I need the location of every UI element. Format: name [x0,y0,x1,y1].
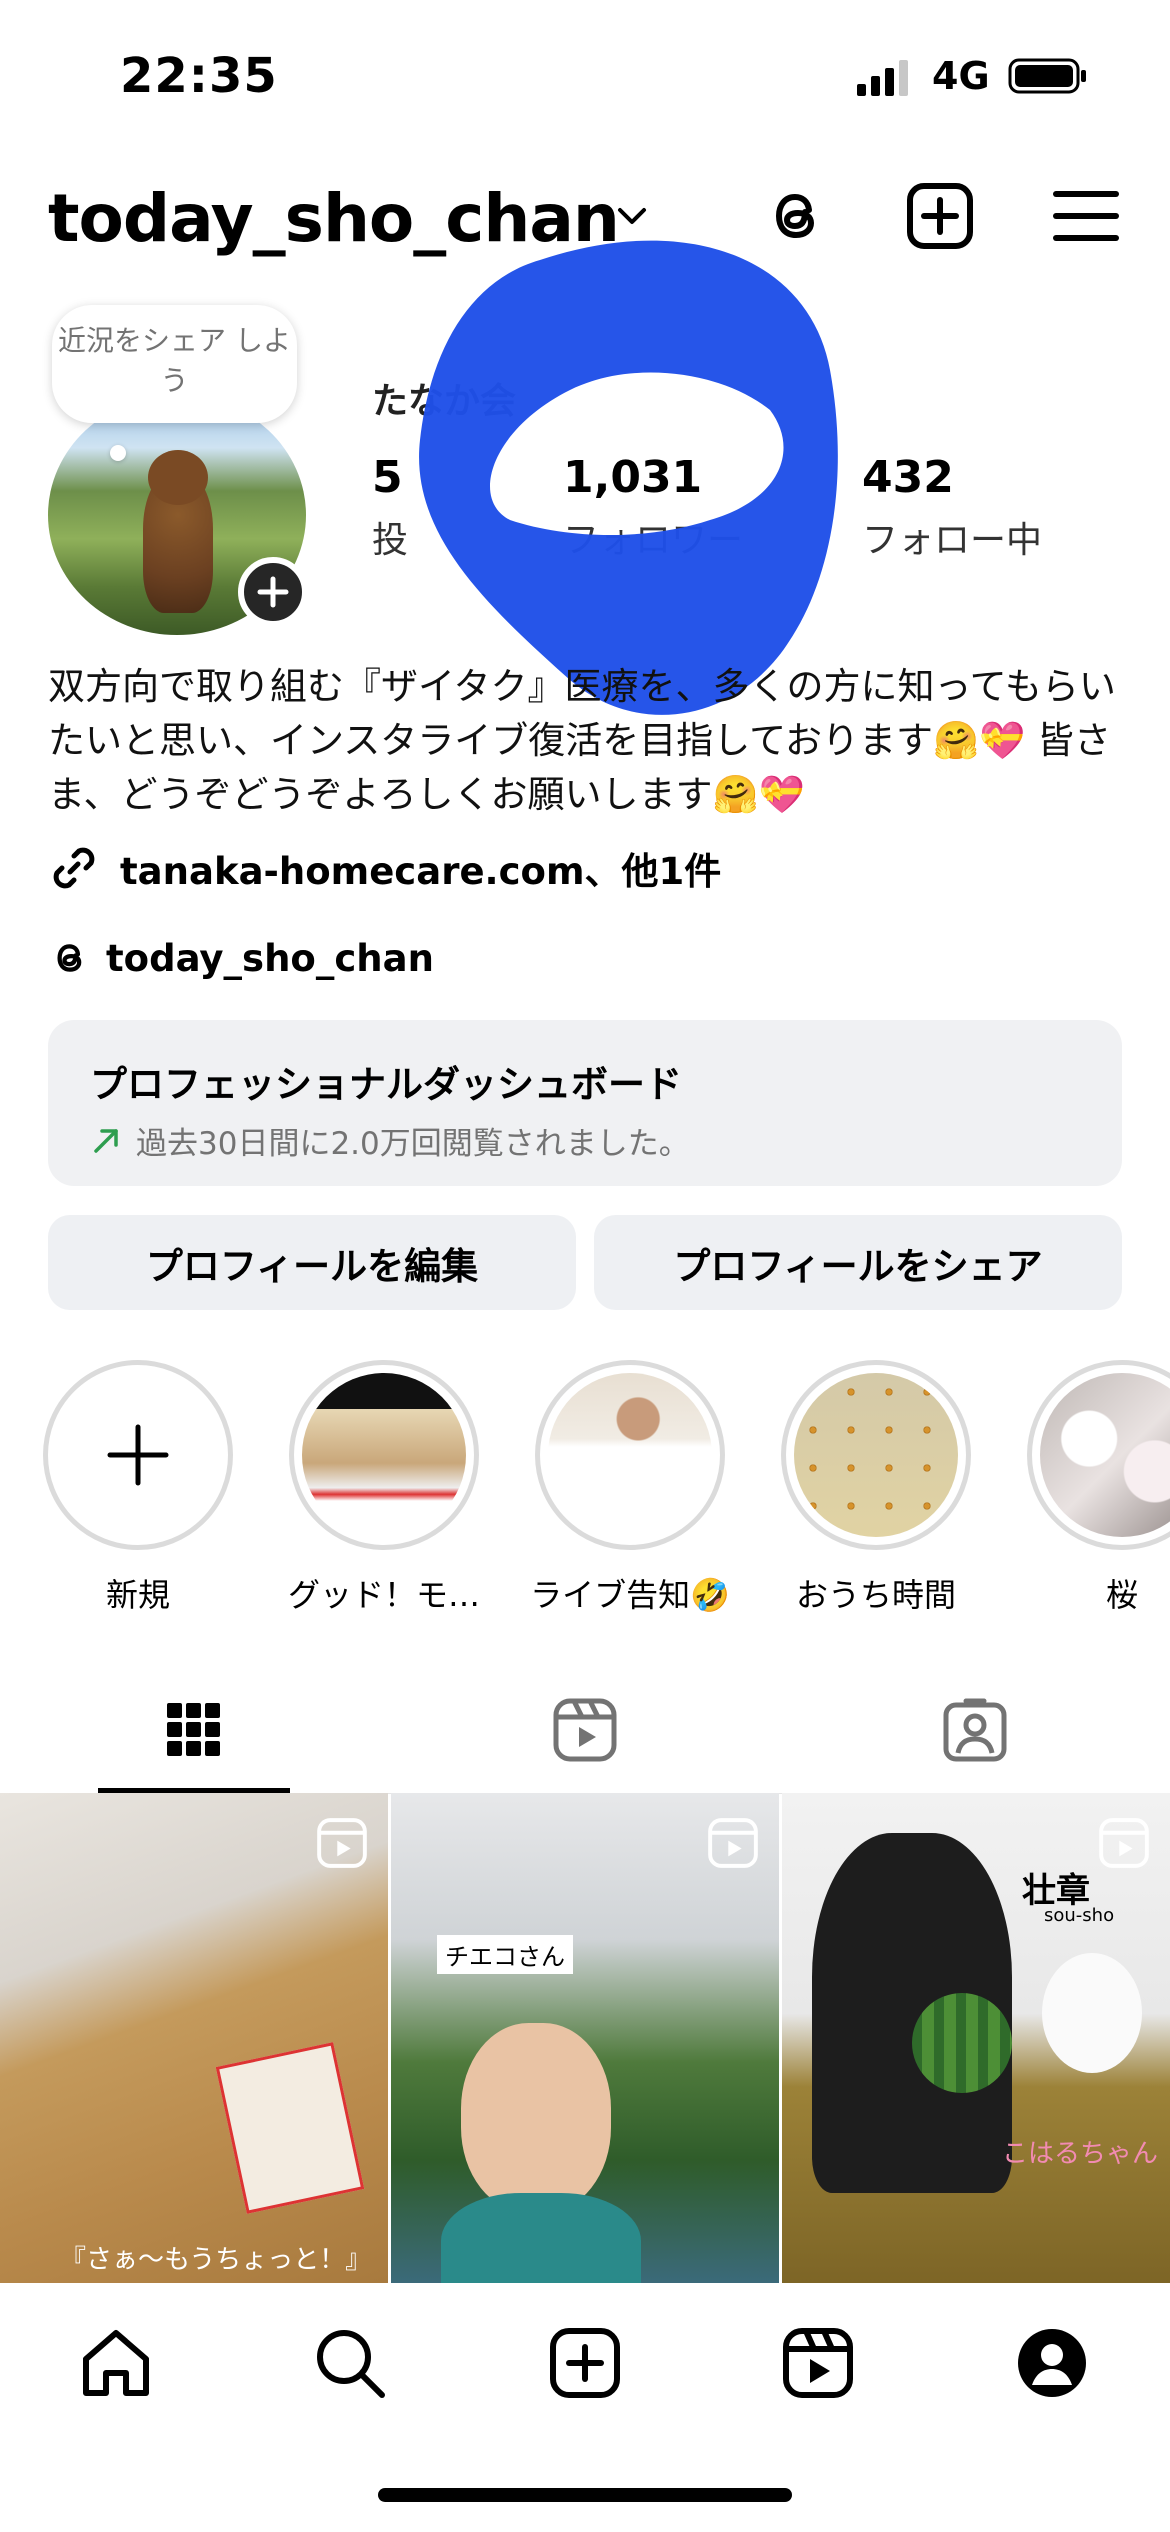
dashboard-subtitle: 過去30日間に2.0万回閲覧されました。 [90,1118,1080,1163]
highlight-sakura[interactable]: 桜 [1022,1360,1170,1616]
dashboard-subtitle-text: 過去30日間に2.0万回閲覧されました。 [136,1126,690,1162]
search-icon[interactable] [310,2323,390,2403]
chevron-down-icon[interactable] [612,202,652,232]
add-story-button[interactable] [238,557,308,627]
status-time: 22:35 [120,48,278,104]
profile-header: today_sho_chan [0,170,1170,260]
network-label: 4G [932,54,990,98]
username-switcher[interactable]: today_sho_chan [48,180,620,257]
following-count: 432 [862,452,954,503]
note-bubble-tail [110,445,126,461]
highlight-label: おうち時間 [795,1576,956,1614]
posts-label: 投 [372,520,409,561]
reel-indicator-icon [1099,1818,1149,1868]
highlight-thumbnail [302,1373,466,1537]
highlight-ring [781,1360,971,1550]
post-name-tag: チエコさん [437,1935,573,1974]
signal-icon [857,60,908,96]
posts-stat: 5 投 [372,452,408,563]
highlight-ring [289,1360,479,1550]
highlight-ring [43,1360,233,1550]
profile-icon[interactable] [1012,2323,1092,2403]
profile-avatar[interactable] [48,395,308,640]
tab-reels[interactable] [545,1690,625,1770]
highlight-home-time[interactable]: おうち時間 [776,1360,976,1616]
share-profile-button[interactable]: プロフィールをシェア [594,1215,1122,1310]
threads-handle: today_sho_chan [106,936,434,980]
threads-badge[interactable]: today_sho_chan [48,930,434,986]
threads-icon[interactable] [760,180,832,252]
avatar-photo-detail [148,450,208,505]
highlight-thumbnail [794,1373,958,1537]
bio-link[interactable]: tanaka-homecare.com、他1件 [48,838,721,898]
highlight-ring [1027,1360,1170,1550]
highlight-label: 桜 [1105,1576,1138,1614]
highlight-thumbnail [1040,1373,1170,1537]
create-icon[interactable] [545,2323,625,2403]
following-stat[interactable]: 432 フォロー中 [862,452,1042,563]
followers-label: フォロワー [563,520,744,561]
reel-indicator-icon [317,1818,367,1868]
highlight-live-announcement[interactable]: ライブ告知🤣 [530,1360,730,1616]
highlight-good-morning[interactable]: グッド！モ… [284,1360,484,1616]
post-grid: 『さぁ〜もうちょっと！』 チエコさん 壮章 sou-sho こはるちゃん [0,1793,1170,2283]
profile-bio: 双方向で取り組む『ザイタク』医療を、多くの方に知ってもらいたいと思い、インスタラ… [48,665,1116,816]
tab-tagged[interactable] [935,1690,1015,1770]
home-icon[interactable] [76,2323,156,2403]
post-caption: こはるちゃん [1002,2139,1159,2169]
face-shape [461,2023,611,2213]
note-bubble[interactable]: 近況をシェア しよう [52,305,297,423]
content-tabs [0,1670,1170,1794]
link-icon [53,847,95,889]
plus-icon [257,576,289,608]
highlight-new[interactable]: 新規 [38,1360,238,1616]
bio-link-text: tanaka-homecare.com、他1件 [120,850,722,893]
post-thumbnail[interactable]: チエコさん [391,1793,779,2283]
following-label: フォロー中 [862,520,1043,561]
highlight-label: グッド！モ… [287,1576,480,1614]
shop-sign-sub: sou-sho [1044,1905,1115,1926]
plus-icon [107,1424,169,1486]
home-indicator [378,2488,792,2502]
grid-icon [167,1703,220,1756]
post-thumbnail[interactable]: 『さぁ〜もうちょっと！』 [0,1793,388,2283]
shirt-shape [441,2193,641,2283]
highlight-label: 新規 [105,1576,170,1614]
battery-icon [1008,58,1086,94]
story-highlights: 新規 グッド！モ… ライブ告知🤣 おうち時間 桜 [0,1360,1170,1620]
menu-icon[interactable] [1050,180,1122,252]
professional-dashboard[interactable]: プロフェッショナルダッシュボード 過去30日間に2.0万回閲覧されました。 [48,1020,1122,1186]
watermelon-shape [912,1993,1012,2093]
dashboard-title: プロフェッショナルダッシュボード [90,1063,682,1106]
create-post-icon[interactable] [904,180,976,252]
threads-icon [57,944,82,972]
edit-profile-button[interactable]: プロフィールを編集 [48,1215,576,1310]
highlight-thumbnail [548,1373,712,1537]
post-caption: 『さぁ〜もうちょっと！』 [60,2245,372,2275]
reels-icon[interactable] [778,2323,858,2403]
reels-icon [553,1698,617,1762]
highlight-label: ライブ告知🤣 [530,1576,730,1614]
dog-shape [1042,1953,1142,2073]
post-thumbnail[interactable]: 壮章 sou-sho こはるちゃん [782,1793,1170,2283]
tab-posts-grid[interactable] [154,1690,234,1770]
followers-stat[interactable]: 1,031 フォロワー [563,452,743,563]
followers-count: 1,031 [563,452,703,503]
status-bar: 22:35 4G [0,0,1170,150]
reel-indicator-icon [708,1818,758,1868]
trend-up-icon [94,1128,118,1153]
display-name: たなか会 [372,381,517,422]
highlight-ring [535,1360,725,1550]
tagged-person-icon [943,1698,1007,1762]
posts-count: 5 [372,452,403,503]
